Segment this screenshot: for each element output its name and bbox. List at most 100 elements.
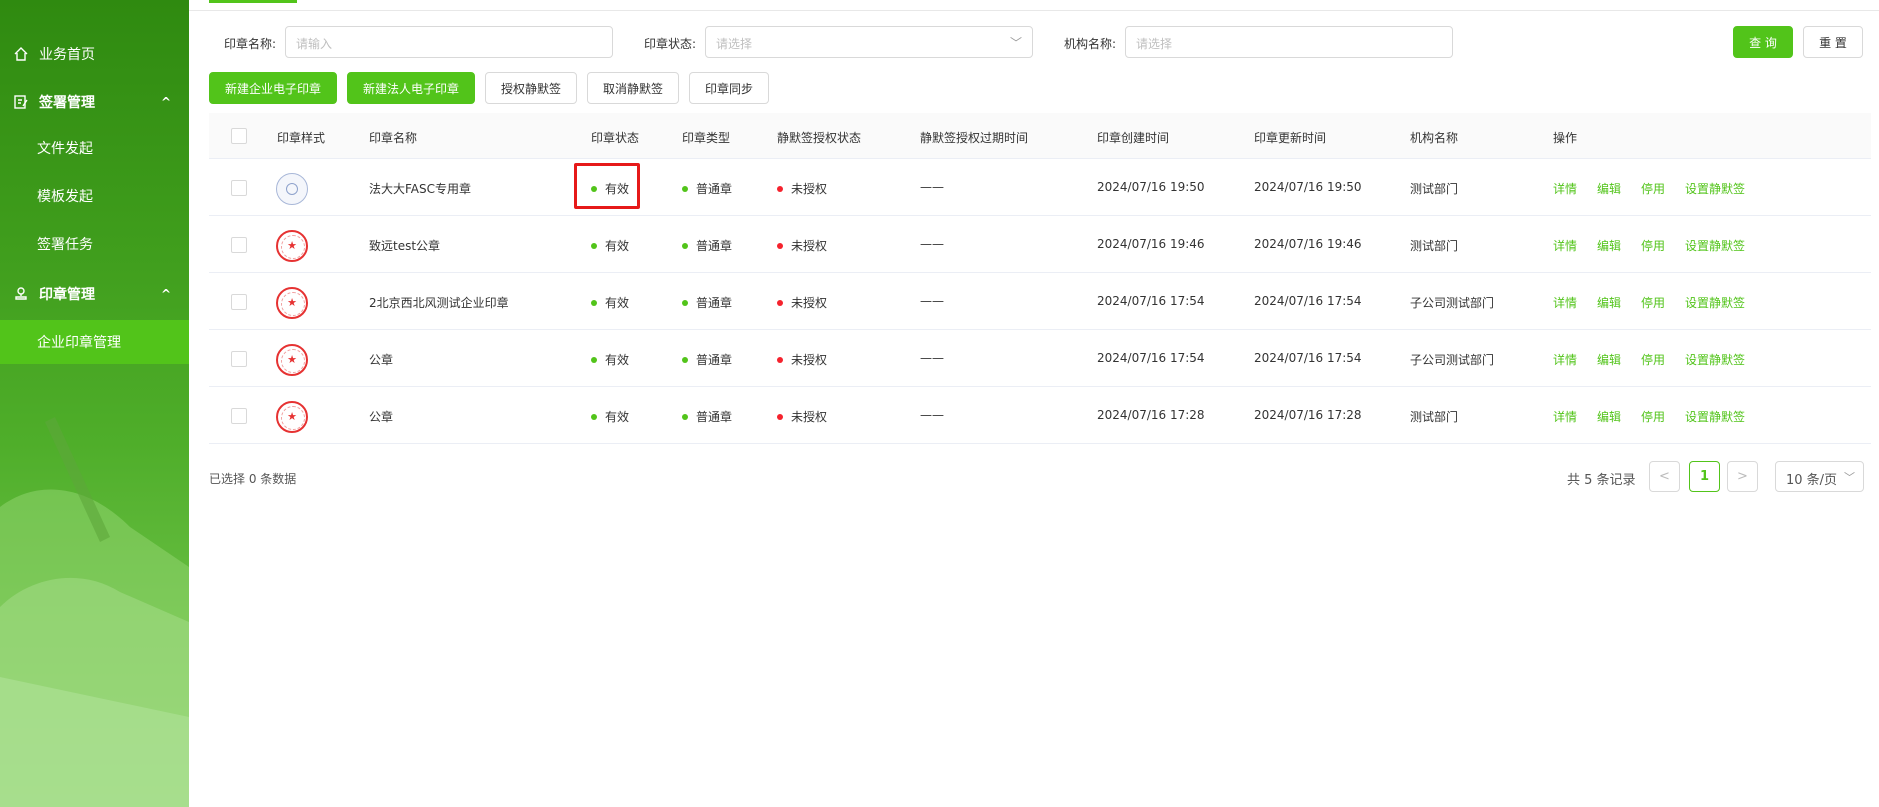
updated-time: 2024/07/16 19:46: [1254, 237, 1362, 251]
status-dot: [682, 413, 688, 420]
sidebar-item-label: 签署管理: [39, 95, 95, 111]
set-silent-sign-link[interactable]: 设置静默签: [1685, 180, 1745, 197]
sidebar-group-sign-management[interactable]: 签署管理 ^: [0, 80, 189, 124]
seal-sync-button[interactable]: 印章同步: [689, 72, 769, 104]
seal-status-label: 印章状态:: [644, 37, 697, 51]
sidebar-item-sign-tasks[interactable]: 签署任务: [0, 222, 189, 266]
details-link[interactable]: 详情: [1553, 180, 1577, 197]
seal-status-placeholder: 请选择: [716, 37, 753, 51]
row-checkbox[interactable]: [231, 351, 247, 367]
sidebar-item-file-initiate[interactable]: 文件发起: [0, 126, 189, 170]
page-size-value: 10 条/页: [1786, 473, 1838, 488]
seal-preview-image: ★: [276, 287, 308, 319]
reset-button[interactable]: 重 置: [1803, 26, 1863, 58]
seal-type: 普通章: [682, 408, 732, 425]
disable-link[interactable]: 停用: [1641, 180, 1665, 197]
seal-name-input[interactable]: 请输入: [285, 26, 613, 58]
sidebar-group-seal-management[interactable]: 印章管理 ^: [0, 272, 189, 316]
row-checkbox[interactable]: [231, 180, 247, 196]
silent-auth-status: 未授权: [777, 351, 827, 368]
seal-status-select[interactable]: 请选择 ﹀: [705, 26, 1033, 58]
set-silent-sign-link[interactable]: 设置静默签: [1685, 294, 1745, 311]
silent-auth-status: 未授权: [777, 180, 827, 197]
org-name-select[interactable]: 请选择: [1125, 26, 1453, 58]
org-name-placeholder: 请选择: [1136, 37, 1173, 51]
silent-auth-status: 未授权: [777, 237, 827, 254]
table-row: 法大大FASC专用章 有效 普通章 未授权 —— 2024/07/16 19:5…: [209, 159, 1871, 216]
seal-type: 普通章: [682, 351, 732, 368]
chevron-up-icon[interactable]: ^: [161, 95, 171, 109]
page-size-select[interactable]: 10 条/页 ﹀: [1775, 461, 1864, 492]
details-link[interactable]: 详情: [1553, 351, 1577, 368]
row-checkbox[interactable]: [231, 237, 247, 253]
sidebar-item-label: 业务首页: [39, 47, 95, 63]
seal-name-placeholder: 请输入: [296, 37, 333, 51]
status-dot: [591, 299, 597, 306]
seal-name: 公章: [369, 353, 394, 367]
disable-link[interactable]: 停用: [1641, 294, 1665, 311]
disable-link[interactable]: 停用: [1641, 237, 1665, 254]
query-button[interactable]: 查 询: [1733, 26, 1793, 58]
status-dot: [777, 242, 783, 249]
details-link[interactable]: 详情: [1553, 408, 1577, 425]
home-icon: [14, 47, 28, 61]
set-silent-sign-link[interactable]: 设置静默签: [1685, 351, 1745, 368]
disable-link[interactable]: 停用: [1641, 408, 1665, 425]
status-dot: [682, 242, 688, 249]
silent-auth-status: 未授权: [777, 408, 827, 425]
set-silent-sign-link[interactable]: 设置静默签: [1685, 237, 1745, 254]
details-link[interactable]: 详情: [1553, 237, 1577, 254]
sidebar-item-home[interactable]: 业务首页: [0, 32, 189, 76]
seal-preview-image: [276, 173, 308, 205]
new-company-seal-button[interactable]: 新建企业电子印章: [209, 72, 337, 104]
prev-page-button[interactable]: <: [1649, 461, 1680, 492]
seal-name: 法大大FASC专用章: [369, 182, 472, 196]
highlight-annotation-box: [574, 163, 640, 209]
sidebar-item-company-seal-management[interactable]: 企业印章管理: [0, 320, 189, 364]
edit-link[interactable]: 编辑: [1597, 351, 1621, 368]
top-tab-strip: [189, 0, 1879, 11]
set-silent-sign-link[interactable]: 设置静默签: [1685, 408, 1745, 425]
edit-link[interactable]: 编辑: [1597, 408, 1621, 425]
edit-link[interactable]: 编辑: [1597, 294, 1621, 311]
sidebar-item-template-initiate[interactable]: 模板发起: [0, 174, 189, 218]
edit-link[interactable]: 编辑: [1597, 237, 1621, 254]
column-header: 印章更新时间: [1254, 131, 1327, 145]
sidebar-item-label: 印章管理: [39, 287, 95, 303]
column-header: 印章样式: [277, 131, 326, 145]
column-header: 印章类型: [682, 131, 731, 145]
column-header: 印章状态: [591, 131, 640, 145]
status-dot: [777, 299, 783, 306]
cancel-silent-sign-button[interactable]: 取消静默签: [587, 72, 679, 104]
edit-link[interactable]: 编辑: [1597, 180, 1621, 197]
row-checkbox[interactable]: [231, 408, 247, 424]
created-time: 2024/07/16 19:46: [1097, 237, 1205, 251]
seal-name: 2北京西北风测试企业印章: [369, 296, 509, 310]
table-row: ★ 致远test公章 有效 普通章 未授权 —— 2024/07/16 19:4…: [209, 216, 1871, 273]
page-number-button[interactable]: 1: [1689, 461, 1720, 492]
authorize-silent-sign-button[interactable]: 授权静默签: [485, 72, 577, 104]
silent-auth-expire: ——: [920, 180, 944, 194]
select-all-checkbox[interactable]: [231, 128, 247, 144]
chevron-down-icon: ﹀: [1009, 36, 1022, 50]
org-name: 测试部门: [1410, 239, 1459, 253]
updated-time: 2024/07/16 17:54: [1254, 294, 1362, 308]
next-page-button[interactable]: >: [1727, 461, 1758, 492]
column-header: 静默签授权状态: [777, 131, 862, 145]
created-time: 2024/07/16 17:54: [1097, 294, 1205, 308]
disable-link[interactable]: 停用: [1641, 351, 1665, 368]
status-dot: [682, 356, 688, 363]
sidebar-item-label: 企业印章管理: [37, 335, 121, 351]
created-time: 2024/07/16 19:50: [1097, 180, 1205, 194]
column-header: 印章创建时间: [1097, 131, 1170, 145]
created-time: 2024/07/16 17:28: [1097, 408, 1205, 422]
column-header: 静默签授权过期时间: [920, 131, 1029, 145]
org-name: 子公司测试部门: [1410, 296, 1495, 310]
seal-preview-image: ★: [276, 230, 308, 262]
created-time: 2024/07/16 17:54: [1097, 351, 1205, 365]
row-checkbox[interactable]: [231, 294, 247, 310]
new-legal-seal-button[interactable]: 新建法人电子印章: [347, 72, 475, 104]
updated-time: 2024/07/16 17:54: [1254, 351, 1362, 365]
chevron-up-icon[interactable]: ^: [161, 287, 171, 301]
details-link[interactable]: 详情: [1553, 294, 1577, 311]
